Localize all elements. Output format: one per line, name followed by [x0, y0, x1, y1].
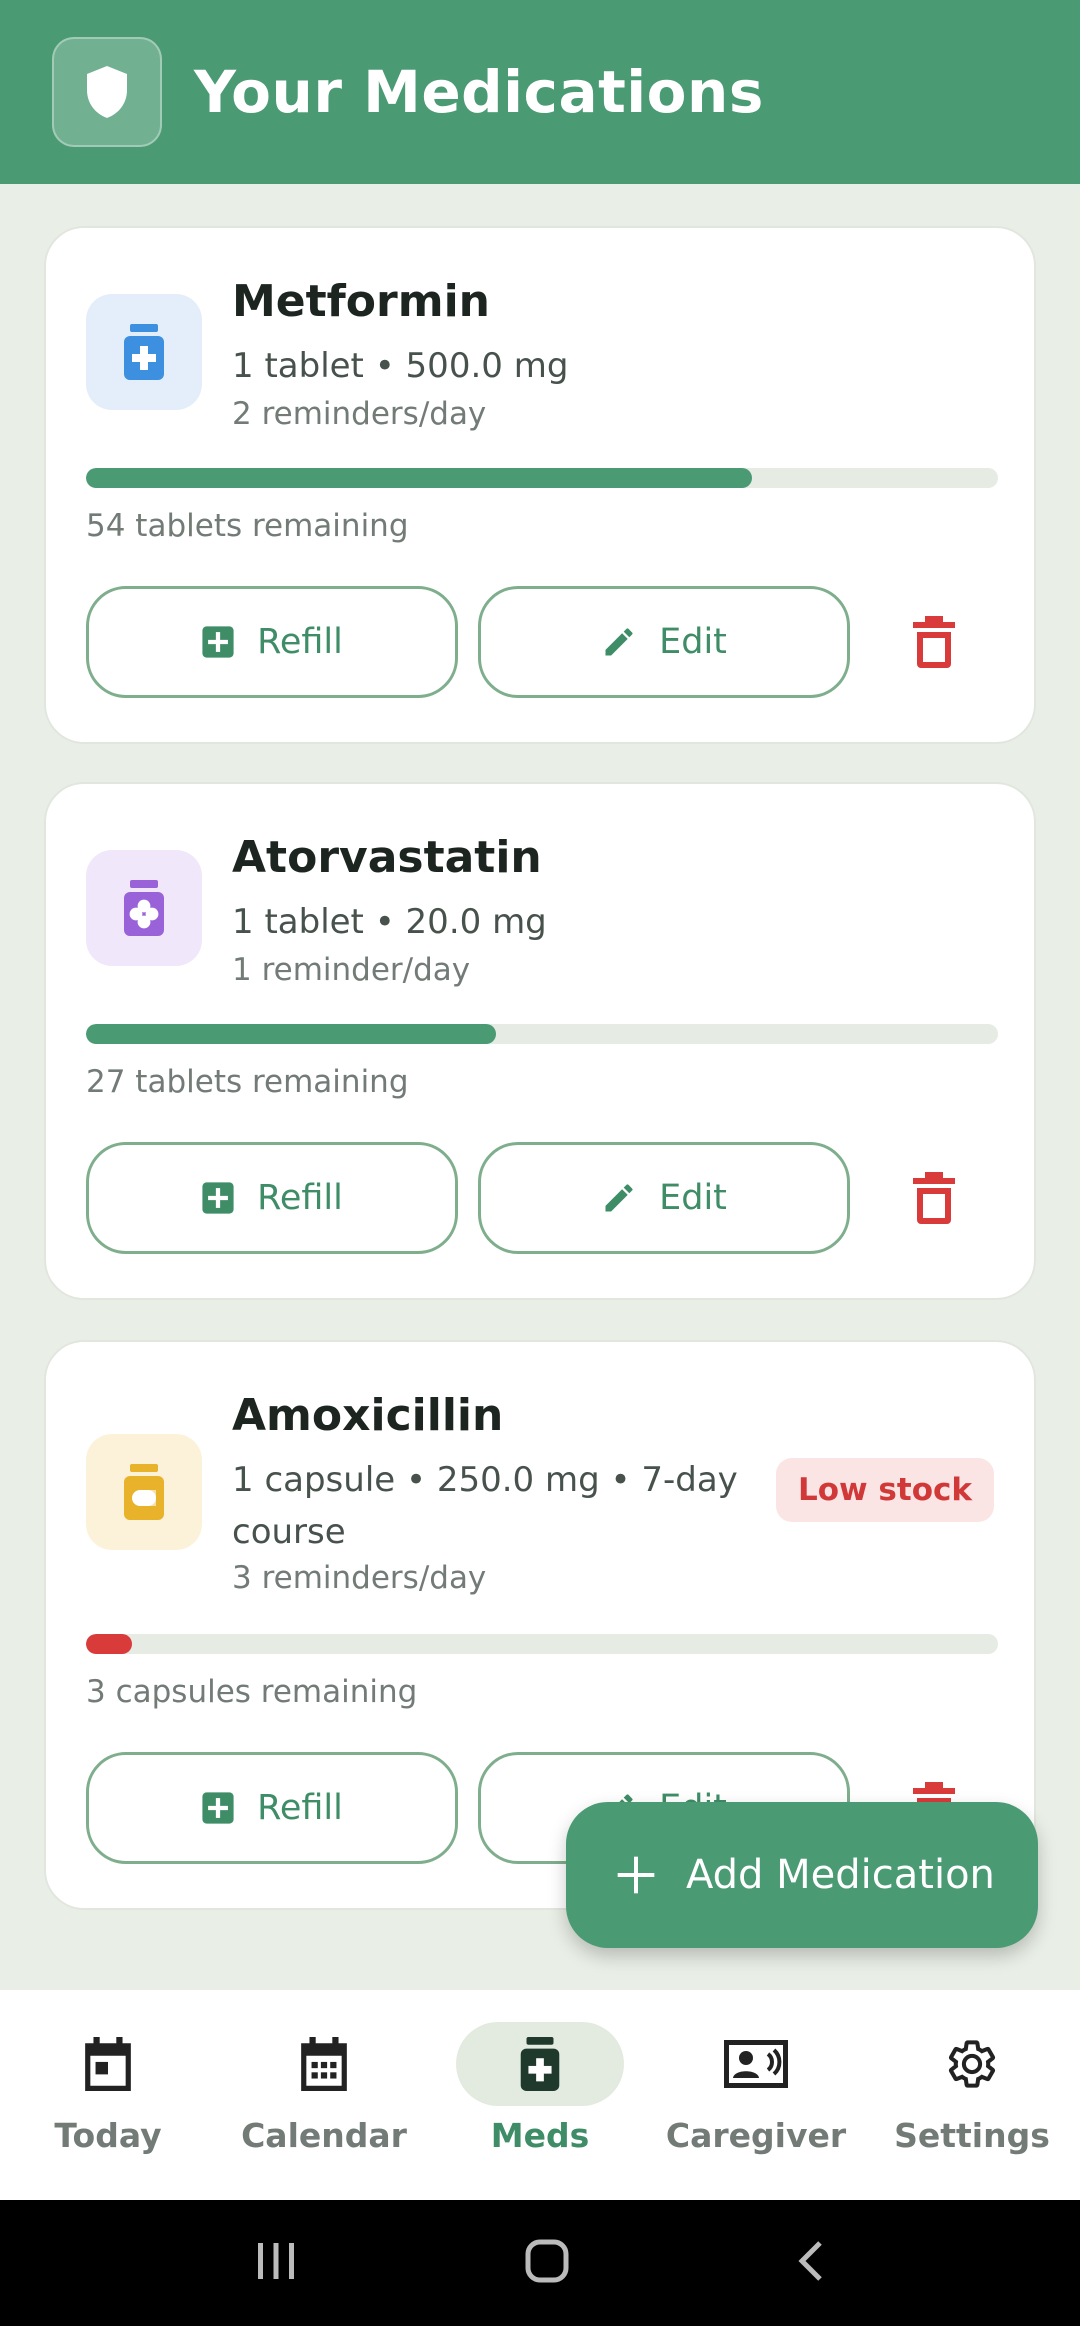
- nav-label: Today: [54, 2116, 162, 2155]
- medication-reminders: 2 reminders/day: [232, 396, 487, 432]
- stock-progress-bar: [86, 468, 998, 488]
- nav-label: Caregiver: [665, 2116, 847, 2155]
- trash-icon: [913, 616, 955, 668]
- medication-card[interactable]: Metformin 1 tablet • 500.0 mg 2 reminder…: [44, 226, 1036, 744]
- refill-label: Refill: [257, 1178, 343, 1218]
- recents-icon: [257, 2243, 294, 2279]
- gear-icon: [948, 2040, 996, 2088]
- recent-apps-button[interactable]: [254, 2241, 298, 2285]
- pill-bottle-icon-box: [86, 1434, 202, 1550]
- today-calendar-icon: [85, 2037, 131, 2091]
- pencil-icon: [605, 1184, 633, 1212]
- delete-button[interactable]: [894, 1158, 974, 1238]
- medication-dose: 1 tablet • 20.0 mg: [232, 902, 547, 942]
- pill-bottle-icon-box: [86, 850, 202, 966]
- stock-remaining: 54 tablets remaining: [86, 508, 409, 544]
- trash-icon: [913, 1172, 955, 1224]
- add-box-icon: [202, 1792, 234, 1824]
- contact-card-icon: [724, 2040, 788, 2088]
- medication-name: Metformin: [232, 276, 490, 327]
- stock-remaining: 27 tablets remaining: [86, 1064, 409, 1100]
- pill-bottle-icon: [124, 880, 164, 936]
- back-button[interactable]: [796, 2239, 826, 2287]
- add-medication-button[interactable]: Add Medication: [566, 1802, 1038, 1948]
- nav-item-caregiver[interactable]: Caregiver: [648, 1990, 864, 2200]
- edit-button[interactable]: Edit: [478, 586, 850, 698]
- refill-label: Refill: [257, 622, 343, 662]
- refill-button[interactable]: Refill: [86, 1142, 458, 1254]
- add-box-icon: [202, 626, 234, 658]
- app-logo: [52, 37, 162, 147]
- pencil-icon: [605, 628, 633, 656]
- nav-item-meds[interactable]: Meds: [432, 1990, 648, 2200]
- stock-progress-fill: [86, 1634, 132, 1654]
- nav-item-settings[interactable]: Settings: [864, 1990, 1080, 2200]
- edit-button[interactable]: Edit: [478, 1142, 850, 1254]
- stock-remaining: 3 capsules remaining: [86, 1674, 418, 1710]
- stock-progress-fill: [86, 1024, 497, 1044]
- page-title: Your Medications: [194, 58, 764, 126]
- medication-reminders: 3 reminders/day: [232, 1560, 487, 1596]
- calendar-icon: [301, 2037, 347, 2091]
- pill-bottle-icon: [124, 1464, 164, 1520]
- medication-card[interactable]: Atorvastatin 1 tablet • 20.0 mg 1 remind…: [44, 782, 1036, 1300]
- nav-label: Settings: [894, 2116, 1050, 2155]
- medication-name: Atorvastatin: [232, 832, 542, 883]
- nav-label: Calendar: [241, 2116, 407, 2155]
- plus-icon: [617, 1856, 655, 1894]
- shield-icon: [87, 66, 127, 118]
- add-box-icon: [202, 1182, 234, 1214]
- stock-progress-bar: [86, 1634, 998, 1654]
- system-navigation-bar: [0, 2200, 1080, 2326]
- delete-button[interactable]: [894, 602, 974, 682]
- medication-dose: 1 tablet • 500.0 mg: [232, 346, 569, 386]
- add-medication-label: Add Medication: [686, 1852, 995, 1898]
- home-icon: [525, 2239, 569, 2283]
- app-bar: Your Medications: [0, 0, 1080, 184]
- medication-bottle-icon: [520, 2037, 560, 2091]
- pill-bottle-icon: [124, 324, 164, 380]
- pill-bottle-icon-box: [86, 294, 202, 410]
- nav-item-today[interactable]: Today: [0, 1990, 216, 2200]
- nav-label: Meds: [490, 2116, 590, 2155]
- refill-button[interactable]: Refill: [86, 1752, 458, 1864]
- refill-label: Refill: [257, 1788, 343, 1828]
- refill-button[interactable]: Refill: [86, 586, 458, 698]
- nav-item-calendar[interactable]: Calendar: [216, 1990, 432, 2200]
- stock-progress-bar: [86, 1024, 998, 1044]
- medication-dose: 1 capsule • 250.0 mg • 7-day course: [232, 1460, 738, 1552]
- home-button[interactable]: [525, 2239, 569, 2287]
- low-stock-badge: Low stock: [775, 1458, 994, 1522]
- bottom-navigation: Today Calendar Meds Caregiver Settings: [0, 1990, 1080, 2200]
- medication-reminders: 1 reminder/day: [232, 952, 471, 988]
- back-chevron-icon: [798, 2241, 823, 2281]
- edit-label: Edit: [659, 622, 727, 662]
- stock-progress-fill: [86, 468, 752, 488]
- medication-name: Amoxicillin: [232, 1390, 504, 1441]
- edit-label: Edit: [659, 1178, 727, 1218]
